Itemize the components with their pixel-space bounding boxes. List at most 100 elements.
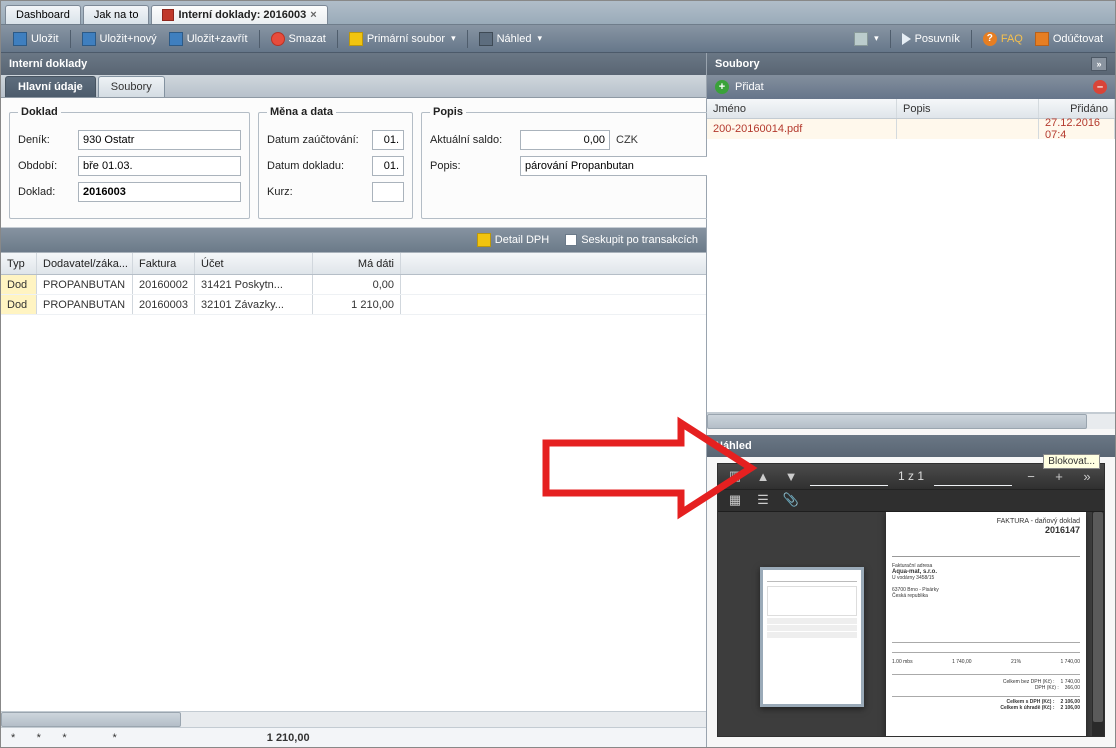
attachments-icon[interactable]: 📎 <box>782 491 800 509</box>
popis-input[interactable] <box>520 156 730 176</box>
cell-typ: Dod <box>1 295 37 314</box>
faq-button[interactable]: ?FAQ <box>977 29 1029 49</box>
tab-label: Dashboard <box>16 9 70 21</box>
label: Detail DPH <box>495 234 549 246</box>
col-popis[interactable]: Popis <box>897 99 1039 118</box>
label-kurz: Kurz: <box>267 186 372 198</box>
save-button[interactable]: Uložit <box>7 29 65 49</box>
tab-interni-doklady[interactable]: Interní doklady: 2016003 × <box>151 5 327 24</box>
save-new-icon <box>82 32 96 46</box>
grid-toolbar: Detail DPH Seskupit po transakcích <box>1 228 706 252</box>
denik-input[interactable] <box>78 130 241 150</box>
footer-stars: * * * * <box>11 732 117 744</box>
grid-hscrollbar[interactable] <box>1 711 706 727</box>
datum-dokladu-input[interactable] <box>372 156 404 176</box>
files-hscrollbar[interactable] <box>707 413 1115 429</box>
add-icon[interactable]: + <box>715 80 729 94</box>
outline-icon[interactable]: ☰ <box>754 491 772 509</box>
grid-row[interactable]: Dod PROPANBUTAN 20160003 32101 Závazky..… <box>1 295 706 315</box>
thumbnails-icon[interactable]: ▦ <box>726 491 744 509</box>
col-typ[interactable]: Typ <box>1 253 37 274</box>
label: Uložit <box>31 33 59 45</box>
save-close-button[interactable]: Uložit+zavřít <box>163 29 254 49</box>
saldo-input[interactable] <box>520 130 610 150</box>
col-jmeno[interactable]: Jméno <box>707 99 897 118</box>
label: FAQ <box>1001 33 1023 45</box>
cell-dod: PROPANBUTAN <box>37 275 133 294</box>
label: Náhled <box>497 33 532 45</box>
zoom-out-icon[interactable]: − <box>1022 467 1040 485</box>
invoice-number: 2016147 <box>892 525 1080 535</box>
pdf-toolbar-secondary: ▦ ☰ 📎 <box>718 490 1104 512</box>
grid-icon <box>854 32 868 46</box>
grid-footer: * * * * 1 210,00 <box>1 727 706 747</box>
label: Smazat <box>289 33 326 45</box>
slider-button[interactable]: Posuvník <box>896 30 966 48</box>
post-button[interactable]: Odúčtovat <box>1029 29 1109 49</box>
group-popis: Popis Aktuální saldo:CZK Popis: <box>421 106 739 219</box>
currency-label: CZK <box>616 134 638 146</box>
pdf-vscrollbar[interactable] <box>1092 512 1104 737</box>
label: Hlavní údaje <box>18 81 83 93</box>
cell-dati: 1 210,00 <box>313 295 401 314</box>
detail-dph-button[interactable]: Detail DPH <box>471 230 555 250</box>
grid-row[interactable]: Dod PROPANBUTAN 20160002 31421 Poskytn..… <box>1 275 706 295</box>
obdobi-input[interactable] <box>78 156 241 176</box>
grid-menu-button[interactable]: ▾ <box>848 29 885 49</box>
document-icon <box>162 9 174 21</box>
close-icon[interactable]: × <box>310 9 316 21</box>
panel-title: Náhled <box>715 440 752 452</box>
transactions-grid: Typ Dodavatel/záka... Faktura Účet Má dá… <box>1 252 706 747</box>
save-new-button[interactable]: Uložit+nový <box>76 29 163 49</box>
col-madati[interactable]: Má dáti <box>313 253 401 274</box>
pdf-thumbnail[interactable] <box>760 567 864 707</box>
page-up-icon[interactable]: ▲ <box>754 467 772 485</box>
datum-zauctovani-input[interactable] <box>372 130 404 150</box>
tab-hlavni-udaje[interactable]: Hlavní údaje <box>5 76 96 97</box>
label: Uložit+nový <box>100 33 157 45</box>
tooltip: Blokovat... <box>1043 454 1100 469</box>
chevron-down-icon: ▾ <box>451 33 456 44</box>
lbl: Celkem k úhradě (Kč) : <box>1000 705 1054 711</box>
group-mena: Měna a data Datum zaúčtování: Datum dokl… <box>258 106 413 219</box>
more-icon[interactable]: » <box>1078 467 1096 485</box>
preview-button[interactable]: Náhled ▾ <box>473 29 548 49</box>
tab-dashboard[interactable]: Dashboard <box>5 5 81 24</box>
tab-jaknato[interactable]: Jak na to <box>83 5 150 24</box>
label: Primární soubor <box>367 33 445 45</box>
col-pridano[interactable]: Přidáno <box>1039 99 1115 118</box>
main-toolbar: Uložit Uložit+nový Uložit+zavřít Smazat … <box>1 25 1115 53</box>
file-row[interactable]: 200-20160014.pdf 27.12.2016 07:4 <box>707 119 1115 139</box>
doklad-input[interactable] <box>78 182 241 202</box>
remove-icon[interactable]: – <box>1093 80 1107 94</box>
label-datum-zauctovani: Datum zaúčtování: <box>267 134 372 146</box>
lbl: DPH (Kč) : <box>1035 685 1059 691</box>
print-icon <box>479 32 493 46</box>
cell-dod: PROPANBUTAN <box>37 295 133 314</box>
chevron-down-icon: ▾ <box>537 33 542 44</box>
pdf-page-main: FAKTURA - daňový doklad 2016147 Fakturač… <box>886 512 1086 737</box>
primary-file-button[interactable]: Primární soubor ▾ <box>343 29 462 49</box>
col-dodavatel[interactable]: Dodavatel/záka... <box>37 253 133 274</box>
cell-ucet: 32101 Závazky... <box>195 295 313 314</box>
tab-soubory-inner[interactable]: Soubory <box>98 76 165 97</box>
cell-ucet: 31421 Poskytn... <box>195 275 313 294</box>
sidebar-toggle-icon[interactable]: ▥ <box>726 467 744 485</box>
tab-label: Interní doklady: 2016003 <box>178 9 306 21</box>
play-icon <box>902 33 911 45</box>
legend: Měna a data <box>267 106 336 118</box>
zoom-in-icon[interactable]: + <box>1050 467 1068 485</box>
val: 366,00 <box>1065 685 1080 691</box>
group-by-tx-checkbox[interactable]: Seskupit po transakcích <box>565 234 698 246</box>
delete-button[interactable]: Smazat <box>265 29 332 49</box>
file-name: 200-20160014.pdf <box>707 119 897 139</box>
add-label[interactable]: Přidat <box>735 81 764 93</box>
label: Soubory <box>111 81 152 93</box>
page-down-icon[interactable]: ▼ <box>782 467 800 485</box>
collapse-button[interactable]: » <box>1091 57 1107 71</box>
kurz-input[interactable] <box>372 182 404 202</box>
col-ucet[interactable]: Účet <box>195 253 313 274</box>
col-faktura[interactable]: Faktura <box>133 253 195 274</box>
pdf-canvas[interactable]: FAKTURA - daňový doklad 2016147 Fakturač… <box>718 512 1104 737</box>
cell-fak: 20160003 <box>133 295 195 314</box>
